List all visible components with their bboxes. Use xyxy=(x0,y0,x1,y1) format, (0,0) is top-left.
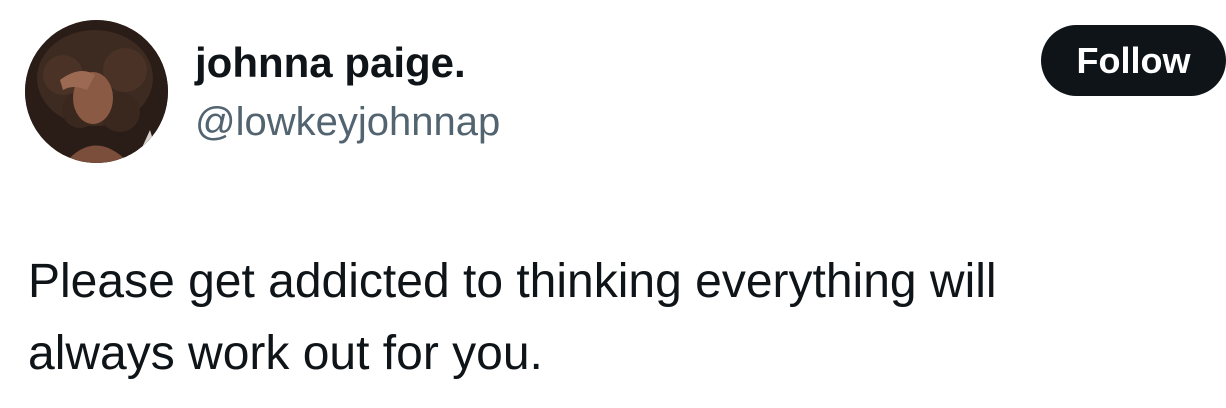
tweet-card: johnna paige. @lowkeyjohnnap Follow Plea… xyxy=(0,0,1226,408)
tweet-text: Please get addicted to thinking everythi… xyxy=(28,255,997,380)
follow-button[interactable]: Follow xyxy=(1041,25,1226,96)
author-display-name[interactable]: johnna paige. xyxy=(195,38,466,88)
avatar[interactable] xyxy=(25,20,168,163)
author-handle[interactable]: @lowkeyjohnnap xyxy=(195,98,500,146)
avatar-photo-icon xyxy=(25,20,168,163)
